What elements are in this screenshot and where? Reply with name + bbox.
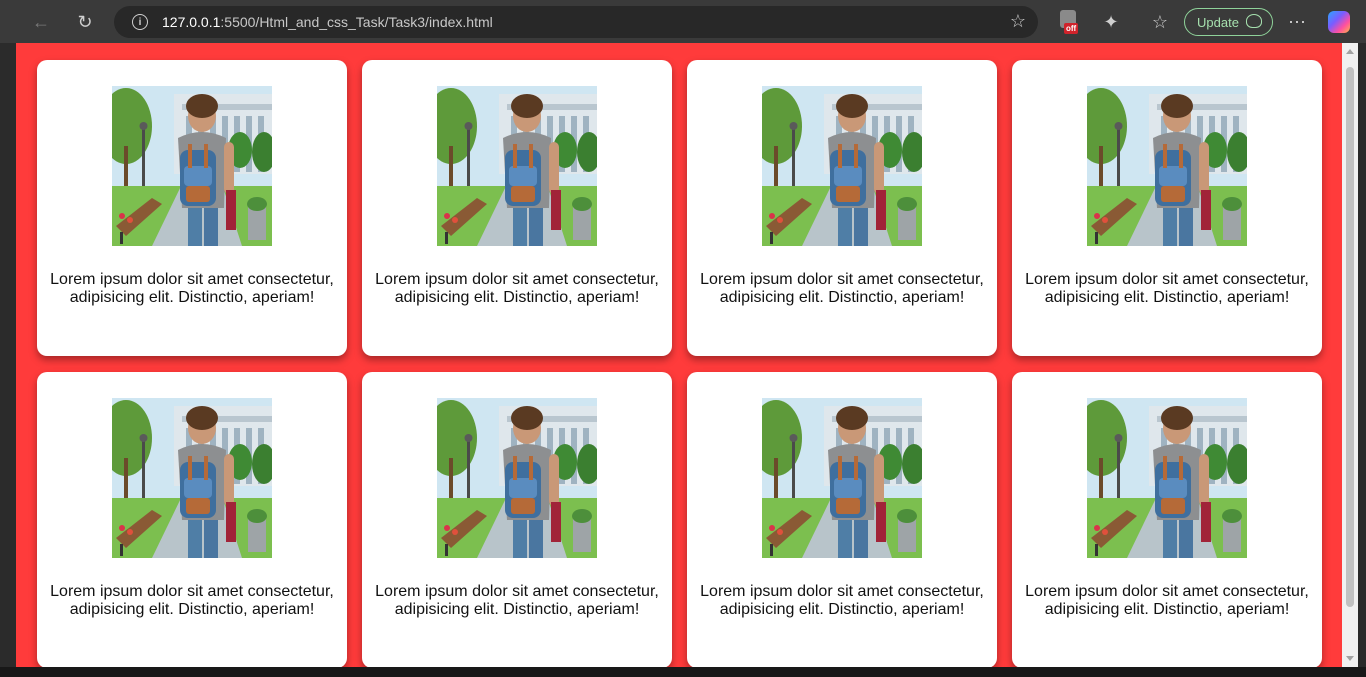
address-url[interactable]: 127.0.0.1:5500/Html_and_css_Task/Task3/i… <box>162 14 493 30</box>
extension-off-icon[interactable]: off <box>1060 10 1082 34</box>
scrollbar-thumb[interactable] <box>1346 67 1354 607</box>
card-caption: Lorem ipsum dolor sit amet consectetur, … <box>375 271 659 306</box>
card: Lorem ipsum dolor sit amet consectetur, … <box>362 372 672 667</box>
card: Lorem ipsum dolor sit amet consectetur, … <box>687 60 997 356</box>
extension-off-badge: off <box>1064 23 1079 34</box>
update-button[interactable]: Update <box>1184 8 1273 36</box>
url-host: 127.0.0.1 <box>162 14 221 30</box>
card-caption: Lorem ipsum dolor sit amet consectetur, … <box>1025 271 1309 306</box>
student-image <box>762 86 922 246</box>
student-image <box>437 86 597 246</box>
scroll-down-arrow-icon[interactable] <box>1346 656 1354 661</box>
favorites-icon[interactable]: ☆ <box>1145 7 1175 37</box>
address-bar[interactable]: i 127.0.0.1:5500/Html_and_css_Task/Task3… <box>114 6 1038 38</box>
browser-toolbar: ← ↻ i 127.0.0.1:5500/Html_and_css_Task/T… <box>0 0 1366 43</box>
student-image <box>437 398 597 558</box>
heart-pulse-icon <box>1246 14 1262 28</box>
extensions-puzzle-icon[interactable]: ✦ <box>1096 7 1126 37</box>
more-menu-icon[interactable]: ⋯ <box>1282 7 1312 37</box>
student-image <box>762 398 922 558</box>
student-image <box>1087 398 1247 558</box>
update-label: Update <box>1197 14 1239 30</box>
card: Lorem ipsum dolor sit amet consectetur, … <box>37 372 347 667</box>
vertical-scrollbar[interactable] <box>1342 43 1358 667</box>
student-image <box>1087 86 1247 246</box>
card: Lorem ipsum dolor sit amet consectetur, … <box>1012 372 1322 667</box>
card: Lorem ipsum dolor sit amet consectetur, … <box>1012 60 1322 356</box>
card-grid: Lorem ipsum dolor sit amet consectetur, … <box>37 60 1322 667</box>
card-caption: Lorem ipsum dolor sit amet consectetur, … <box>50 271 334 306</box>
card-caption: Lorem ipsum dolor sit amet consectetur, … <box>375 583 659 618</box>
card-caption: Lorem ipsum dolor sit amet consectetur, … <box>50 583 334 618</box>
card-caption: Lorem ipsum dolor sit amet consectetur, … <box>700 583 984 618</box>
student-image <box>112 398 272 558</box>
card: Lorem ipsum dolor sit amet consectetur, … <box>37 60 347 356</box>
card-caption: Lorem ipsum dolor sit amet consectetur, … <box>700 271 984 306</box>
reload-icon[interactable]: ↻ <box>70 7 100 37</box>
card-caption: Lorem ipsum dolor sit amet consectetur, … <box>1025 583 1309 618</box>
student-image <box>112 86 272 246</box>
scroll-up-arrow-icon[interactable] <box>1346 49 1354 54</box>
taskbar-edge <box>0 667 1366 677</box>
url-path: :5500/Html_and_css_Task/Task3/index.html <box>220 14 493 30</box>
browser-window: ← ↻ i 127.0.0.1:5500/Html_and_css_Task/T… <box>0 0 1366 677</box>
site-info-icon[interactable]: i <box>132 14 148 30</box>
editor-edge: ml <box>0 0 16 677</box>
window-edge <box>1358 43 1366 677</box>
card: Lorem ipsum dolor sit amet consectetur, … <box>362 60 672 356</box>
page-viewport: Lorem ipsum dolor sit amet consectetur, … <box>16 43 1342 667</box>
copilot-icon[interactable] <box>1328 11 1350 33</box>
card: Lorem ipsum dolor sit amet consectetur, … <box>687 372 997 667</box>
bookmark-star-icon[interactable]: ☆ <box>1010 11 1026 32</box>
back-arrow-icon[interactable]: ← <box>26 7 56 37</box>
